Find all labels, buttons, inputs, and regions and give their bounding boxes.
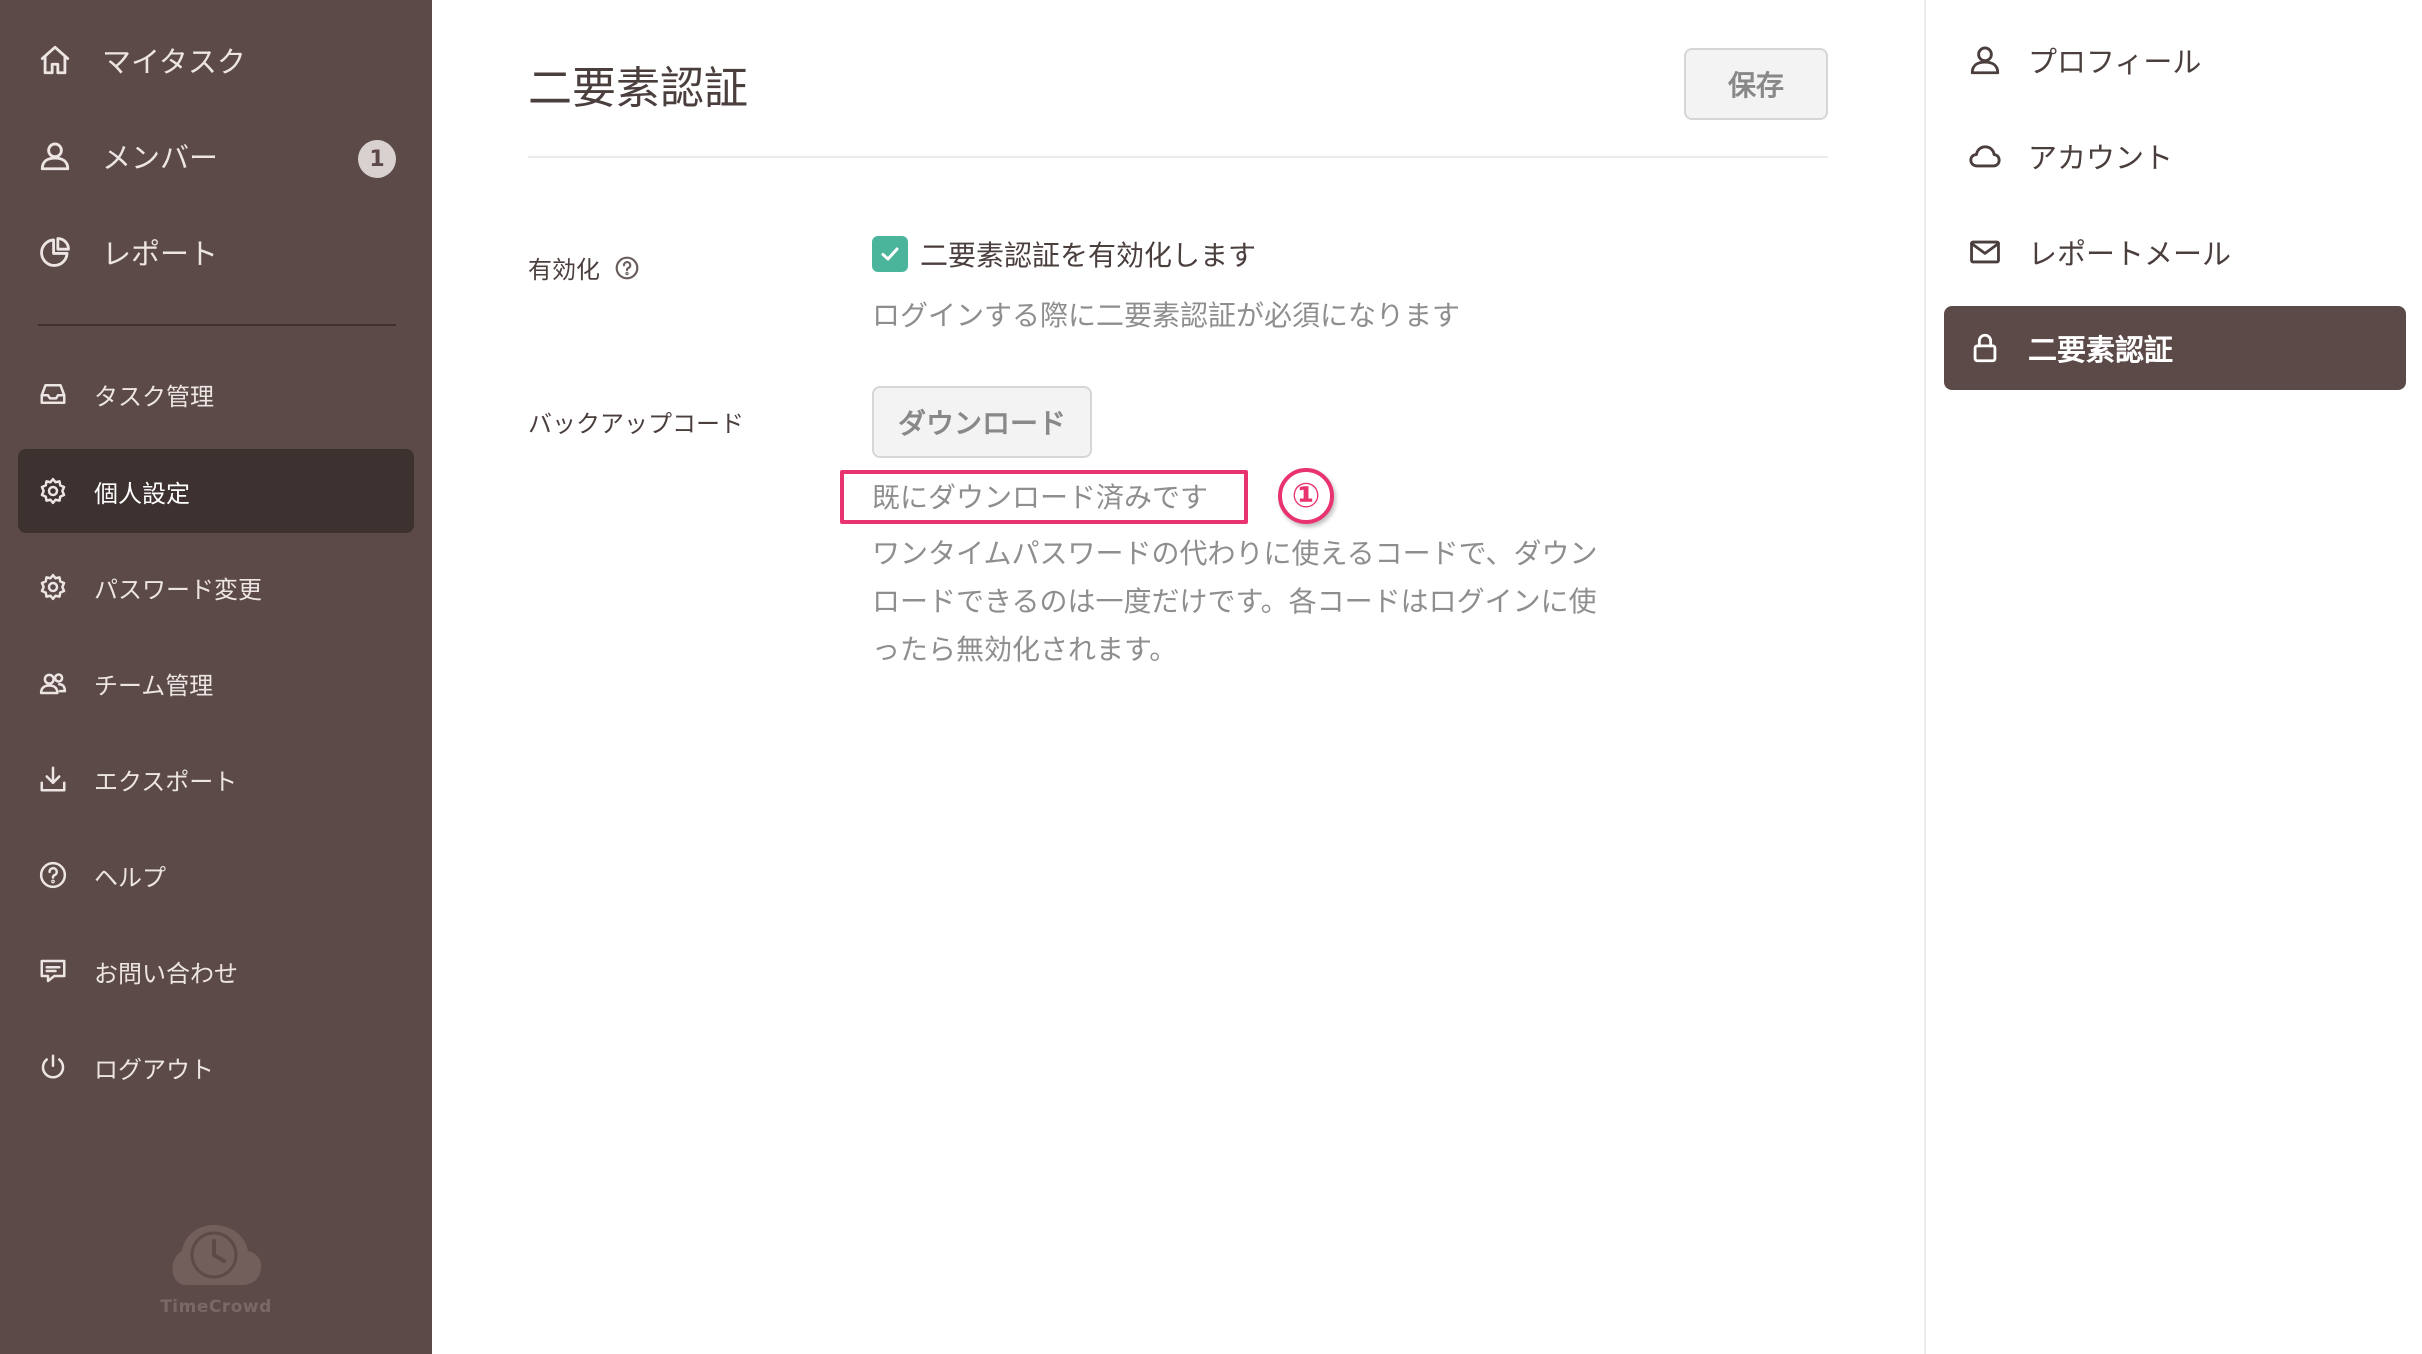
sidebar-item-members[interactable]: メンバー 1 (18, 114, 414, 198)
sidebar-item-team-management[interactable]: チーム管理 (18, 641, 414, 725)
member-count-badge: 1 (358, 140, 396, 178)
sidebar-item-label: 個人設定 (94, 479, 190, 508)
mail-icon (1968, 235, 2002, 269)
sidebar-item-label: タスク管理 (94, 382, 214, 411)
settings-item-account[interactable]: アカウント (1944, 114, 2406, 198)
enable-label-text: 有効化 (528, 256, 600, 284)
home-icon (38, 43, 72, 77)
timecrowd-logo: TimeCrowd (160, 1215, 272, 1325)
sidebar-item-label: チーム管理 (94, 671, 214, 700)
enable-hint: ログインする際に二要素認証が必須になります (872, 299, 1461, 332)
lock-icon (1968, 331, 2002, 365)
sidebar-item-password-change[interactable]: パスワード変更 (18, 545, 414, 629)
sidebar-item-help[interactable]: ヘルプ (18, 833, 414, 917)
sidebar-divider (38, 324, 396, 326)
team-icon (38, 668, 68, 698)
title-divider (528, 156, 1828, 158)
help-icon[interactable] (614, 255, 640, 281)
settings-item-label: プロフィール (2028, 45, 2202, 79)
app-root: マイタスク メンバー 1 レポート タスク管理 個人設定 パスワード変更 チーム… (0, 0, 2422, 1354)
settings-item-report-mail[interactable]: レポートメール (1944, 210, 2406, 294)
settings-item-label: レポートメール (2028, 237, 2232, 271)
timecrowd-logo-icon (172, 1225, 262, 1285)
inbox-icon (38, 379, 68, 409)
step-number: ① (1278, 468, 1334, 524)
enable-2fa-checkbox[interactable] (872, 236, 908, 272)
settings-item-label: アカウント (2028, 141, 2174, 175)
check-icon (881, 247, 899, 261)
sidebar-item-label: お問い合わせ (94, 959, 238, 988)
pie-chart-icon (38, 235, 72, 269)
help-icon (38, 860, 68, 890)
sidebar-item-label: パスワード変更 (94, 575, 262, 604)
download-icon (38, 764, 68, 794)
gear-icon (38, 572, 68, 602)
sidebar-item-label: マイタスク (102, 45, 246, 79)
power-icon (38, 1052, 68, 1082)
enable-2fa-checkbox-row[interactable]: 二要素認証を有効化します (872, 234, 1256, 274)
downloaded-status: 既にダウンロード済みです (872, 481, 1209, 514)
sidebar-item-label: ヘルプ (94, 863, 166, 892)
sidebar-item-contact[interactable]: お問い合わせ (18, 929, 414, 1013)
save-button[interactable]: 保存 (1684, 48, 1828, 120)
sidebar-item-export[interactable]: エクスポート (18, 737, 414, 821)
sidebar-item-task-management[interactable]: タスク管理 (18, 352, 414, 436)
main-content: 二要素認証 保存 有効化 二要素認証を有効化します ログインする際に二要素認証が… (432, 0, 1924, 1354)
logo-text: TimeCrowd (160, 1297, 272, 1317)
page-title: 二要素認証 (528, 63, 748, 114)
person-icon (1968, 43, 2002, 77)
gear-icon (38, 476, 68, 506)
download-button[interactable]: ダウンロード (872, 386, 1092, 458)
settings-item-profile[interactable]: プロフィール (1944, 18, 2406, 102)
sidebar-item-label: レポート (102, 237, 219, 271)
sidebar-item-label: エクスポート (94, 767, 238, 796)
enable-2fa-label: 二要素認証を有効化します (920, 239, 1257, 272)
sidebar-item-label: メンバー (102, 141, 219, 175)
cloud-icon (1968, 139, 2002, 173)
annotation-step-marker: ① (1276, 466, 1336, 526)
sidebar-item-personal-settings[interactable]: 個人設定 (18, 449, 414, 533)
settings-item-two-factor[interactable]: 二要素認証 (1944, 306, 2406, 390)
sidebar: マイタスク メンバー 1 レポート タスク管理 個人設定 パスワード変更 チーム… (0, 0, 432, 1354)
settings-item-label: 二要素認証 (2028, 333, 2174, 367)
sidebar-item-logout[interactable]: ログアウト (18, 1025, 414, 1109)
person-icon (38, 139, 72, 173)
sidebar-item-label: ログアウト (94, 1055, 214, 1084)
backup-code-label-text: バックアップコード (528, 410, 744, 438)
sidebar-item-report[interactable]: レポート (18, 210, 414, 294)
enable-label: 有効化 (528, 250, 640, 285)
chat-icon (38, 956, 68, 986)
settings-menu: プロフィール アカウント レポートメール 二要素認証 (1924, 0, 2422, 1354)
backup-code-description: ワンタイムパスワードの代わりに使えるコードで、ダウンロードできるのは一度だけです… (872, 537, 1598, 666)
backup-code-label: バックアップコード (528, 404, 744, 439)
sidebar-item-my-tasks[interactable]: マイタスク (18, 18, 414, 102)
